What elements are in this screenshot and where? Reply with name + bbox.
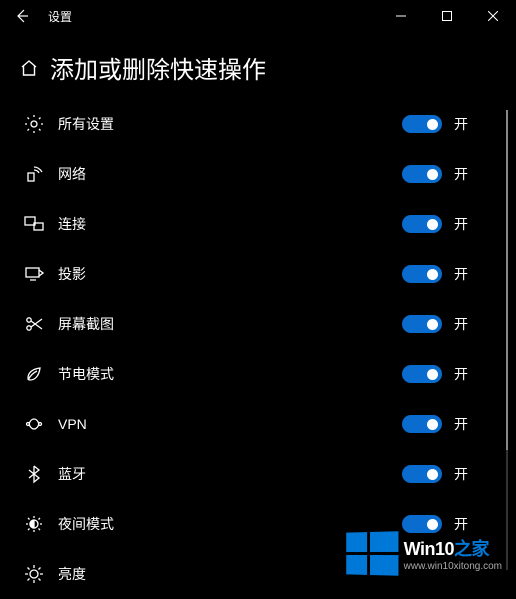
window-controls	[378, 0, 516, 32]
toggle-connect[interactable]	[402, 215, 442, 233]
toggle-state-label: 开	[454, 114, 468, 134]
maximize-icon	[442, 11, 452, 21]
windows-logo-icon	[346, 531, 398, 575]
toggle-state-label: 开	[454, 314, 468, 334]
row-label: 连接	[58, 214, 86, 234]
watermark: Win10之家 www.win10xitong.com	[345, 532, 502, 575]
toggle-state-label: 开	[454, 214, 468, 234]
toggle-state-label: 开	[454, 164, 468, 184]
watermark-url: www.win10xitong.com	[404, 561, 502, 572]
network-icon	[24, 164, 52, 184]
bluetooth-icon	[24, 464, 52, 484]
toggle-state-label: 开	[454, 414, 468, 434]
scrollbar-track	[506, 110, 508, 570]
page-header: 添加或删除快速操作	[0, 32, 516, 99]
brightness-icon	[24, 564, 52, 584]
title-bar: 设置	[0, 0, 516, 32]
scrollbar-thumb[interactable]	[506, 110, 508, 450]
close-button[interactable]	[470, 0, 516, 32]
row-label: 网络	[58, 164, 86, 184]
toggle-project[interactable]	[402, 265, 442, 283]
row-label: VPN	[58, 416, 87, 432]
toggle-night-light[interactable]	[402, 515, 442, 533]
row-label: 亮度	[58, 564, 86, 584]
vpn-icon	[24, 414, 52, 434]
leaf-icon	[24, 364, 52, 384]
watermark-brand: Win10之家	[404, 535, 502, 561]
toggle-vpn[interactable]	[402, 415, 442, 433]
toggle-all-settings[interactable]	[402, 115, 442, 133]
toggle-screen-snip[interactable]	[402, 315, 442, 333]
minimize-button[interactable]	[378, 0, 424, 32]
row-label: 所有设置	[58, 114, 114, 134]
row-bluetooth: 蓝牙 开	[24, 449, 502, 499]
home-button[interactable]	[20, 59, 38, 77]
toggle-state-label: 开	[454, 364, 468, 384]
quick-actions-list: 所有设置 开 网络 开 连接 开 投影	[0, 99, 516, 559]
toggle-state-label: 开	[454, 464, 468, 484]
home-icon	[20, 59, 38, 77]
maximize-button[interactable]	[424, 0, 470, 32]
night-light-icon	[24, 514, 52, 534]
window-title: 设置	[48, 8, 72, 25]
row-battery-saver: 节电模式 开	[24, 349, 502, 399]
row-label: 屏幕截图	[58, 314, 114, 334]
row-label: 蓝牙	[58, 464, 86, 484]
row-vpn: VPN 开	[24, 399, 502, 449]
back-button[interactable]	[0, 0, 44, 32]
row-network: 网络 开	[24, 149, 502, 199]
scissors-icon	[24, 314, 52, 334]
toggle-state-label: 开	[454, 514, 468, 534]
project-icon	[24, 264, 52, 284]
row-all-settings: 所有设置 开	[24, 99, 502, 149]
row-project: 投影 开	[24, 249, 502, 299]
row-label: 投影	[58, 264, 86, 284]
toggle-network[interactable]	[402, 165, 442, 183]
connect-icon	[24, 214, 52, 234]
gear-icon	[24, 114, 52, 134]
row-connect: 连接 开	[24, 199, 502, 249]
row-label: 夜间模式	[58, 514, 114, 534]
row-label: 节电模式	[58, 364, 114, 384]
toggle-battery-saver[interactable]	[402, 365, 442, 383]
toggle-bluetooth[interactable]	[402, 465, 442, 483]
close-icon	[488, 11, 498, 21]
arrow-left-icon	[14, 8, 30, 24]
minimize-icon	[396, 11, 406, 21]
toggle-state-label: 开	[454, 264, 468, 284]
row-screen-snip: 屏幕截图 开	[24, 299, 502, 349]
page-title: 添加或删除快速操作	[50, 50, 266, 85]
